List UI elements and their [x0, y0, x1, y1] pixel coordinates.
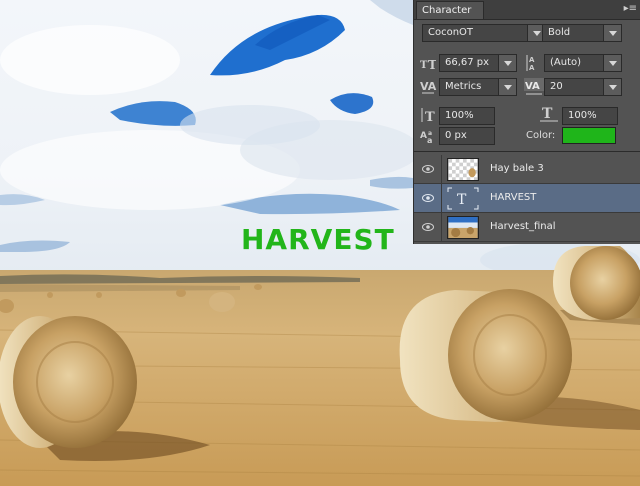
leading-value: (Auto) [550, 57, 582, 68]
svg-text:A: A [529, 64, 535, 71]
leading-dropdown[interactable]: (Auto) [544, 54, 622, 72]
chevron-down-icon[interactable] [498, 55, 516, 71]
svg-text:T: T [542, 106, 553, 122]
layers-panel: Hay bale 3 T HARVEST Harvest_final [413, 151, 640, 244]
vertical-scale-icon: T [420, 107, 436, 126]
chevron-down-icon[interactable] [603, 79, 621, 95]
horizontal-scale-icon: T [540, 106, 558, 125]
tab-character[interactable]: Character [416, 1, 484, 19]
panel-menu-icon[interactable]: ▸≡ [624, 3, 637, 14]
leading-icon: AA [526, 55, 542, 74]
baseline-shift-input[interactable]: 0 px [439, 127, 495, 145]
font-size-dropdown[interactable]: 66,67 px [439, 54, 517, 72]
layer-thumbnail [447, 216, 479, 239]
tracking-icon: VA [524, 78, 544, 99]
layer-row-hay-bale-3[interactable]: Hay bale 3 [414, 155, 640, 184]
layer-thumbnail [447, 158, 479, 181]
horizontal-scale-value: 100% [568, 110, 597, 121]
font-style-dropdown[interactable]: Bold [542, 24, 622, 42]
kerning-dropdown[interactable]: Metrics [439, 78, 517, 96]
vertical-scale-value: 100% [445, 110, 474, 121]
svg-text:T: T [428, 58, 436, 71]
tracking-dropdown[interactable]: 20 [544, 78, 622, 96]
text-layer-icon: T [447, 187, 479, 210]
svg-text:a: a [427, 136, 432, 144]
layer-row-harvest[interactable]: T HARVEST [414, 184, 640, 213]
font-style-value: Bold [548, 27, 571, 38]
vertical-scale-input[interactable]: 100% [439, 107, 495, 125]
divider [441, 213, 442, 242]
svg-text:a: a [428, 130, 432, 137]
chevron-down-icon[interactable] [498, 79, 516, 95]
font-size-value: 66,67 px [445, 57, 490, 68]
baseline-shift-value: 0 px [445, 130, 467, 141]
kerning-icon: VA [420, 79, 438, 98]
character-panel: Character ▸≡ CoconOT Bold TT 66,67 px AA… [413, 0, 640, 151]
chevron-down-icon[interactable] [603, 55, 621, 71]
eye-icon[interactable] [422, 221, 434, 233]
svg-text:T: T [425, 110, 435, 123]
divider [441, 155, 442, 184]
svg-text:A: A [529, 56, 535, 64]
chevron-down-icon[interactable] [603, 25, 621, 41]
panel-header: Character ▸≡ [414, 0, 640, 20]
layer-name: HARVEST [490, 192, 537, 203]
svg-text:A: A [420, 131, 427, 141]
font-family-value: CoconOT [428, 27, 474, 38]
text-color-swatch[interactable] [562, 127, 616, 144]
kerning-value: Metrics [445, 81, 482, 92]
font-size-icon: TT [420, 55, 437, 74]
svg-text:T: T [420, 60, 428, 71]
layer-row-harvest-final[interactable]: Harvest_final [414, 213, 640, 242]
eye-icon[interactable] [422, 192, 434, 204]
tracking-value: 20 [550, 81, 563, 92]
horizontal-scale-input[interactable]: 100% [562, 107, 618, 125]
font-family-dropdown[interactable]: CoconOT [422, 24, 546, 42]
svg-text:VA: VA [525, 81, 540, 92]
baseline-shift-icon: Aaa [420, 128, 436, 147]
color-label: Color: [526, 130, 556, 141]
layer-name: Harvest_final [490, 221, 556, 232]
harvest-text-layer[interactable]: HARVEST [241, 226, 395, 254]
eye-icon[interactable] [422, 163, 434, 175]
layer-name: Hay bale 3 [490, 163, 544, 174]
svg-text:T: T [457, 192, 467, 208]
svg-text:VA: VA [420, 80, 437, 93]
divider [441, 184, 442, 213]
